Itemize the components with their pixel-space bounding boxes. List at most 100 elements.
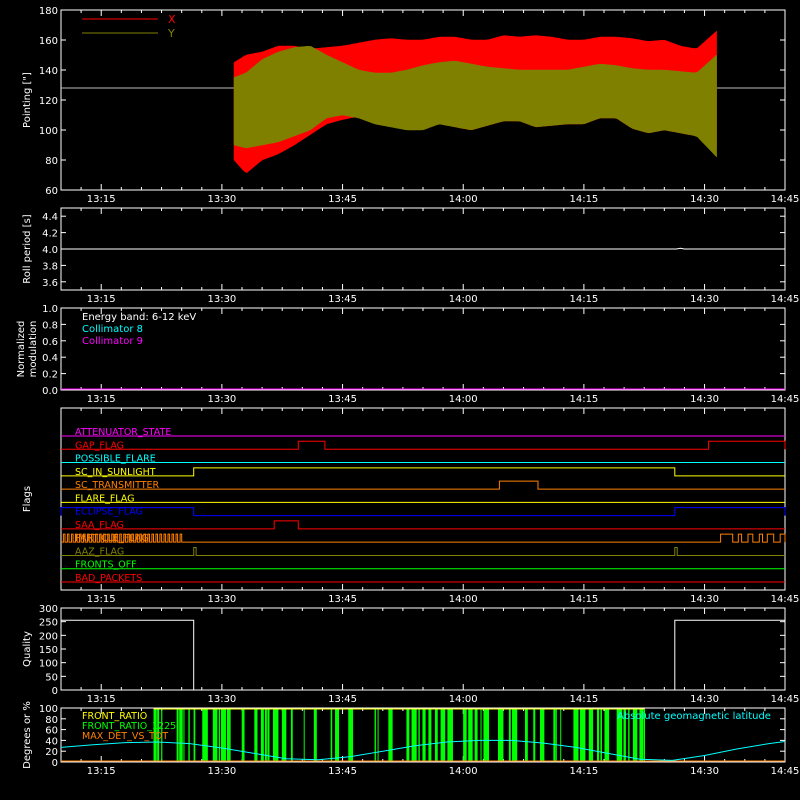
x-tick-label: 14:00: [449, 394, 478, 405]
front-ratio-1225-bar: [330, 709, 333, 761]
x-tick-label: 13:30: [207, 194, 236, 205]
y-tick-label: 0.4: [42, 353, 58, 364]
modulation-annotation: Collimator 8: [82, 324, 143, 335]
legend-label: X: [168, 13, 176, 26]
y-tick-label: 4.0: [42, 245, 58, 256]
x-tick-label: 14:45: [771, 394, 800, 405]
x-tick-label: 13:15: [87, 766, 116, 777]
y-tick-label: 0.2: [42, 370, 58, 381]
y-tick-label: 80: [45, 715, 58, 726]
front-ratio-1225-bar: [411, 709, 417, 761]
y-tick-label: 160: [39, 36, 58, 47]
y-tick-label: 0: [52, 758, 58, 769]
x-tick-label: 13:45: [328, 194, 357, 205]
x-tick-label: 14:30: [690, 394, 719, 405]
y-tick-label: 20: [45, 747, 58, 758]
y-axis-label: Roll period [s]: [22, 214, 33, 283]
ratio-legend-label: MAX_DET_VS_TOT: [82, 731, 168, 742]
front-ratio-1225-bar: [264, 709, 267, 761]
modulation-panel: 13:15 13:30 13:45 14:00 14:15 14:30 14:45 0.0 0.…: [16, 304, 799, 405]
x-tick-label: 14:15: [569, 294, 598, 305]
quality-panel: 13:15 13:30 13:45 14:00 14:15 14:30 14:45 0 50 10…: [22, 604, 799, 705]
front-ratio-1225-bar: [348, 709, 354, 761]
x-tick-label: 14:00: [449, 294, 478, 305]
front-ratio-1225-bar: [260, 709, 264, 761]
y-tick-label: 60: [45, 186, 58, 197]
front-ratio-1225-bar: [212, 709, 218, 761]
front-ratio-1225-bar: [183, 709, 185, 761]
front-ratio-1225-bar: [335, 709, 340, 761]
pointing-panel: 13:15 13:30 13:45 14:00 14:15 14:30 14:45 60 80 1…: [22, 6, 799, 205]
front-ratio-1225-bar: [524, 709, 528, 761]
front-ratio-1225-bar: [272, 709, 279, 761]
x-tick-label: 14:45: [771, 194, 800, 205]
y-tick-label: 180: [39, 6, 58, 17]
front-ratio-1225-bar: [596, 709, 600, 761]
y-axis-label: modulation: [28, 321, 39, 378]
x-tick-label: 13:45: [328, 694, 357, 705]
y-axis-label: Normalized: [16, 321, 27, 378]
rhessi-quicklook-plot: 13:15 13:30 13:45 14:00 14:15 14:30 14:4560801…: [16, 6, 800, 777]
front-ratio-1225-bar: [474, 709, 478, 761]
flag-line: [61, 520, 785, 530]
y-tick-label: 300: [39, 604, 58, 615]
y-tick-label: 60: [45, 726, 58, 737]
y-tick-label: 50: [45, 672, 58, 683]
y-tick-label: 0.0: [42, 386, 58, 397]
x-tick-label: 14:45: [771, 766, 800, 777]
flag-line: [61, 440, 786, 450]
flags-panel: 13:15 13:30 13:45 14:00 14:15 14:30 14:45 Flags…: [22, 407, 799, 605]
front-ratio-1225-bar: [241, 709, 245, 761]
x-tick-label: 14:45: [771, 294, 800, 305]
x-tick-label: 14:15: [569, 594, 598, 605]
geomag-label: Absolute geomagnetic latitude: [617, 711, 771, 722]
front-ratio-1225-bar: [176, 709, 179, 761]
x-tick-label: 14:30: [690, 594, 719, 605]
y-tick-label: 40: [45, 736, 58, 747]
front-ratio-1225-bar: [388, 709, 393, 761]
front-ratio-1225-bar: [406, 709, 410, 761]
y-tick-label: 100: [39, 659, 58, 670]
y-axis-label: Degrees or %: [22, 701, 33, 769]
x-tick-label: 14:15: [569, 694, 598, 705]
flag-line: [61, 480, 785, 490]
x-tick-label: 13:15: [87, 594, 116, 605]
front-ratio-1225-bar: [218, 709, 220, 761]
front-ratio-1225-bar: [463, 709, 467, 761]
y-tick-label: 4.2: [42, 229, 58, 240]
y-tick-label: 0.8: [42, 320, 58, 331]
y-tick-label: 0: [52, 686, 58, 697]
y-tick-label: 250: [39, 618, 58, 629]
x-tick-label: 13:45: [328, 294, 357, 305]
y-tick-label: 1.0: [42, 304, 58, 315]
front-ratio-1225-bar: [290, 709, 293, 761]
modulation-annotation: Energy band: 6-12 keV: [82, 312, 196, 323]
x-tick-label: 14:45: [771, 694, 800, 705]
x-tick-label: 14:00: [449, 694, 478, 705]
y-tick-label: 80: [45, 156, 58, 167]
y-tick-label: 100: [39, 704, 58, 715]
front-ratio-1225-bar: [188, 709, 190, 761]
front-ratio-1225-bar: [179, 709, 183, 761]
x-tick-label: 14:30: [690, 694, 719, 705]
x-tick-label: 13:30: [207, 694, 236, 705]
x-tick-label: 13:45: [328, 766, 357, 777]
front-ratio-1225-bar: [313, 709, 317, 761]
y-tick-label: 100: [39, 126, 58, 137]
front-ratio-1225-bar: [428, 709, 432, 761]
front-ratio-1225-bar: [422, 709, 426, 761]
ratios-panel: 13:15 13:30 13:45 14:00 14:15 14:30 14:45 02040…: [22, 701, 799, 777]
x-tick-label: 14:00: [449, 766, 478, 777]
front-ratio-1225-bar: [553, 709, 556, 761]
front-ratio-1225-bar: [303, 709, 305, 761]
flag-line: [61, 546, 785, 556]
x-tick-label: 14:30: [690, 294, 719, 305]
y-axis-label: Flags: [22, 486, 33, 512]
front-ratio-1225-bar: [193, 709, 196, 761]
x-tick-label: 14:30: [690, 194, 719, 205]
x-tick-label: 14:00: [449, 194, 478, 205]
front-ratio-1225-bar: [533, 709, 536, 761]
x-tick-label: 13:15: [87, 194, 116, 205]
x-tick-label: 14:15: [569, 194, 598, 205]
front-ratio-1225-bar: [267, 709, 270, 761]
